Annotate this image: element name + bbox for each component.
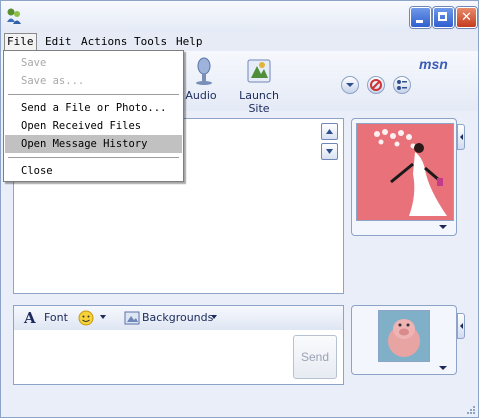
conversation-window: ✕ File Edit Actions Tools Help Audio Lau… xyxy=(0,0,479,418)
chevron-down-icon[interactable] xyxy=(209,312,219,322)
chevron-down-icon[interactable] xyxy=(98,312,108,322)
dancing-woman-picture xyxy=(374,129,447,216)
message-input[interactable]: Send xyxy=(13,330,344,385)
menu-actions[interactable]: Actions xyxy=(79,34,129,50)
chevron-up-icon xyxy=(326,129,333,134)
contact-menu-button[interactable] xyxy=(393,76,411,94)
microphone-icon xyxy=(196,57,212,85)
block-contact-button[interactable] xyxy=(367,76,385,94)
audio-label: Audio xyxy=(185,89,217,102)
messenger-app-icon xyxy=(7,8,21,24)
file-menu-dropdown: Save Save as... Send a File or Photo... … xyxy=(3,50,184,182)
msn-logo: msn xyxy=(419,56,448,72)
collapse-side-panel-button[interactable] xyxy=(457,124,465,150)
launch-site-label: Launch Site xyxy=(239,89,279,115)
scroll-down-button[interactable] xyxy=(321,143,338,160)
scroll-up-button[interactable] xyxy=(321,123,338,140)
minimize-button[interactable] xyxy=(410,7,431,28)
minimize-icon xyxy=(416,20,423,23)
maximize-icon xyxy=(438,12,447,21)
menu-file[interactable]: File xyxy=(4,33,37,51)
collapse-user-panel-button[interactable] xyxy=(457,313,465,339)
contact-picture-frame xyxy=(351,118,457,236)
compose-toolbar: A Font Backgrounds xyxy=(13,305,344,331)
menu-item-close[interactable]: Close xyxy=(5,162,182,180)
resize-grip-icon[interactable] xyxy=(464,403,476,415)
chevron-down-icon xyxy=(346,83,354,87)
menu-help[interactable]: Help xyxy=(174,34,205,50)
menu-separator xyxy=(8,94,179,95)
menu-bar: File Edit Actions Tools Help xyxy=(1,32,478,52)
launch-site-button[interactable]: Launch Site xyxy=(230,56,288,115)
maximize-button[interactable] xyxy=(433,7,454,28)
block-icon xyxy=(370,79,382,91)
font-icon[interactable]: A xyxy=(24,309,36,327)
pig-picture xyxy=(388,319,420,357)
chevron-down-icon[interactable] xyxy=(438,223,448,231)
close-window-button[interactable]: ✕ xyxy=(456,7,477,28)
menu-item-save[interactable]: Save xyxy=(5,54,182,72)
emoticon-icon[interactable] xyxy=(78,310,94,326)
contact-card-icon xyxy=(397,80,407,90)
chevron-left-icon xyxy=(460,134,463,140)
chevron-left-icon xyxy=(460,323,463,329)
menu-item-open-message-history[interactable]: Open Message History xyxy=(5,135,182,153)
menu-separator xyxy=(8,157,179,158)
chevron-down-icon xyxy=(326,149,333,154)
menu-tools[interactable]: Tools xyxy=(132,34,169,50)
background-icon[interactable] xyxy=(124,311,140,325)
font-button[interactable]: Font xyxy=(44,311,68,324)
title-bar[interactable]: ✕ xyxy=(1,1,478,32)
contact-display-picture[interactable] xyxy=(356,123,454,221)
menu-item-send-file[interactable]: Send a File or Photo... xyxy=(5,99,182,117)
menu-item-save-as[interactable]: Save as... xyxy=(5,72,182,90)
audio-button[interactable]: Audio xyxy=(181,56,221,102)
user-picture-frame xyxy=(351,305,457,375)
more-options-button[interactable] xyxy=(341,76,359,94)
menu-item-open-received-files[interactable]: Open Received Files xyxy=(5,117,182,135)
close-icon: ✕ xyxy=(461,10,472,25)
menu-edit[interactable]: Edit xyxy=(43,34,74,50)
chevron-down-icon[interactable] xyxy=(438,364,448,372)
user-display-picture[interactable] xyxy=(378,310,430,362)
launch-site-icon xyxy=(247,59,271,83)
send-button[interactable]: Send xyxy=(293,335,337,379)
backgrounds-button[interactable]: Backgrounds xyxy=(142,311,213,324)
